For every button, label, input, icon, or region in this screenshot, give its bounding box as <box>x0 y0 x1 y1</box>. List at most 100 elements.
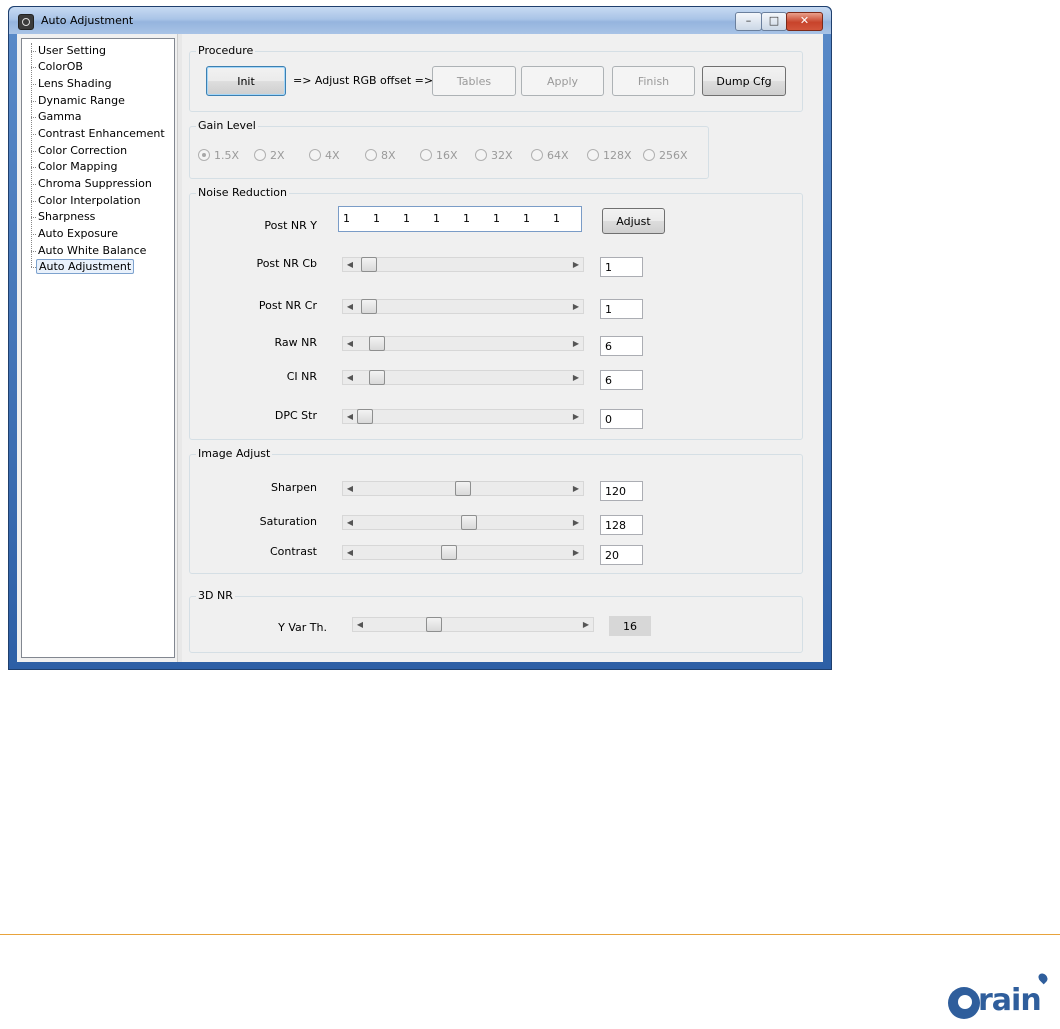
scroll-left-icon[interactable]: ◀ <box>343 371 357 384</box>
scroll-right-icon[interactable]: ▶ <box>569 516 583 529</box>
tree-item-lens-shading[interactable]: Lens Shading <box>31 76 114 92</box>
tree-item-sharpness[interactable]: Sharpness <box>31 209 97 225</box>
gain-radio-64x[interactable]: 64X <box>531 149 569 163</box>
logo-mark <box>948 987 980 1019</box>
scroll-left-icon[interactable]: ◀ <box>343 258 357 271</box>
dpc-str-slider[interactable]: ◀ ▶ <box>342 409 584 424</box>
slider-thumb[interactable] <box>441 545 457 560</box>
slider-thumb[interactable] <box>426 617 442 632</box>
finish-button[interactable]: Finish <box>612 66 695 96</box>
post-nr-y-value[interactable]: 1 <box>433 212 440 225</box>
window-title: Auto Adjustment <box>41 14 134 27</box>
procedure-arrow-text: => Adjust RGB offset => <box>293 74 434 87</box>
scroll-left-icon[interactable]: ◀ <box>343 410 357 423</box>
post-nr-y-value[interactable]: 1 <box>373 212 380 225</box>
slider-thumb[interactable] <box>361 299 377 314</box>
scroll-left-icon[interactable]: ◀ <box>343 546 357 559</box>
raw-nr-value[interactable]: 6 <box>600 336 643 356</box>
tree-item-user-setting[interactable]: User Setting <box>31 43 108 59</box>
init-button[interactable]: Init <box>206 66 286 96</box>
scroll-left-icon[interactable]: ◀ <box>343 516 357 529</box>
tree-item-contrast-enhancement[interactable]: Contrast Enhancement <box>31 126 167 142</box>
title-bar[interactable]: Auto Adjustment – □ ✕ <box>9 7 831 34</box>
scroll-left-icon[interactable]: ◀ <box>343 337 357 350</box>
scroll-right-icon[interactable]: ▶ <box>579 618 593 631</box>
slider-thumb[interactable] <box>455 481 471 496</box>
image-adjust-title: Image Adjust <box>196 447 273 460</box>
scroll-left-icon[interactable]: ◀ <box>343 300 357 313</box>
scroll-right-icon[interactable]: ▶ <box>569 300 583 313</box>
slider-thumb[interactable] <box>357 409 373 424</box>
raw-nr-label: Raw NR <box>274 336 317 349</box>
tree-item-color-mapping[interactable]: Color Mapping <box>31 159 119 175</box>
tables-button[interactable]: Tables <box>432 66 516 96</box>
gain-radio-1.5x[interactable]: 1.5X <box>198 149 239 163</box>
scroll-right-icon[interactable]: ▶ <box>569 482 583 495</box>
scroll-right-icon[interactable]: ▶ <box>569 337 583 350</box>
apply-button[interactable]: Apply <box>521 66 604 96</box>
tree-item-auto-adjustment[interactable]: Auto Adjustment <box>31 259 135 275</box>
tree-item-auto-exposure[interactable]: Auto Exposure <box>31 226 120 242</box>
tree-item-gamma[interactable]: Gamma <box>31 109 83 125</box>
ci-nr-value[interactable]: 6 <box>600 370 643 390</box>
tree-item-color-interpolation[interactable]: Color Interpolation <box>31 193 143 209</box>
post-nr-cr-slider[interactable]: ◀ ▶ <box>342 299 584 314</box>
adjust-button[interactable]: Adjust <box>602 208 665 234</box>
panel-splitter[interactable] <box>177 34 182 662</box>
scroll-right-icon[interactable]: ▶ <box>569 371 583 384</box>
post-nr-y-label: Post NR Y <box>264 219 317 232</box>
scroll-right-icon[interactable]: ▶ <box>569 410 583 423</box>
sharpen-value[interactable]: 120 <box>600 481 643 501</box>
post-nr-cb-value[interactable]: 1 <box>600 257 643 277</box>
noise-reduction-title: Noise Reduction <box>196 186 289 199</box>
procedure-group: Procedure Init => Adjust RGB offset => T… <box>189 44 803 112</box>
scroll-right-icon[interactable]: ▶ <box>569 258 583 271</box>
tree-item-dynamic-range[interactable]: Dynamic Range <box>31 93 127 109</box>
post-nr-y-value[interactable]: 1 <box>463 212 470 225</box>
tree-item-auto-white-balance[interactable]: Auto White Balance <box>31 243 148 259</box>
gain-radio-32x[interactable]: 32X <box>475 149 513 163</box>
post-nr-cb-slider[interactable]: ◀ ▶ <box>342 257 584 272</box>
sharpen-slider[interactable]: ◀ ▶ <box>342 481 584 496</box>
slider-thumb[interactable] <box>461 515 477 530</box>
post-nr-y-value[interactable]: 1 <box>343 212 350 225</box>
contrast-slider[interactable]: ◀ ▶ <box>342 545 584 560</box>
gain-radio-128x[interactable]: 128X <box>587 149 632 163</box>
post-nr-y-fields[interactable]: 1 1 1 1 1 1 1 1 <box>338 206 582 232</box>
gain-radio-16x[interactable]: 16X <box>420 149 458 163</box>
radio-indicator <box>420 149 432 161</box>
tree-item-colorob[interactable]: ColorOB <box>31 59 85 75</box>
post-nr-y-value[interactable]: 1 <box>493 212 500 225</box>
procedure-title: Procedure <box>196 44 256 57</box>
slider-thumb[interactable] <box>369 336 385 351</box>
saturation-slider[interactable]: ◀ ▶ <box>342 515 584 530</box>
raw-nr-slider[interactable]: ◀ ▶ <box>342 336 584 351</box>
tree-item-chroma-suppression[interactable]: Chroma Suppression <box>31 176 154 192</box>
scroll-right-icon[interactable]: ▶ <box>569 546 583 559</box>
post-nr-y-value[interactable]: 1 <box>523 212 530 225</box>
contrast-value[interactable]: 20 <box>600 545 643 565</box>
minimize-button[interactable]: – <box>735 12 762 31</box>
maximize-button[interactable]: □ <box>761 12 787 31</box>
scroll-left-icon[interactable]: ◀ <box>343 482 357 495</box>
slider-thumb[interactable] <box>361 257 377 272</box>
gain-radio-4x[interactable]: 4X <box>309 149 340 163</box>
post-nr-y-value[interactable]: 1 <box>403 212 410 225</box>
close-icon: ✕ <box>799 14 810 27</box>
gain-radio-8x[interactable]: 8X <box>365 149 396 163</box>
scroll-left-icon[interactable]: ◀ <box>353 618 367 631</box>
post-nr-y-value[interactable]: 1 <box>553 212 560 225</box>
close-button[interactable]: ✕ <box>786 12 823 31</box>
saturation-value[interactable]: 128 <box>600 515 643 535</box>
gain-radio-2x[interactable]: 2X <box>254 149 285 163</box>
dpc-str-value[interactable]: 0 <box>600 409 643 429</box>
slider-thumb[interactable] <box>369 370 385 385</box>
dump-cfg-button[interactable]: Dump Cfg <box>702 66 786 96</box>
gain-radio-256x[interactable]: 256X <box>643 149 688 163</box>
radio-indicator <box>643 149 655 161</box>
tree-item-color-correction[interactable]: Color Correction <box>31 143 129 159</box>
ci-nr-slider[interactable]: ◀ ▶ <box>342 370 584 385</box>
settings-tree[interactable]: User Setting ColorOB Lens Shading Dynami… <box>21 38 175 658</box>
post-nr-cr-value[interactable]: 1 <box>600 299 643 319</box>
y-var-th-slider[interactable]: ◀ ▶ <box>352 617 594 632</box>
